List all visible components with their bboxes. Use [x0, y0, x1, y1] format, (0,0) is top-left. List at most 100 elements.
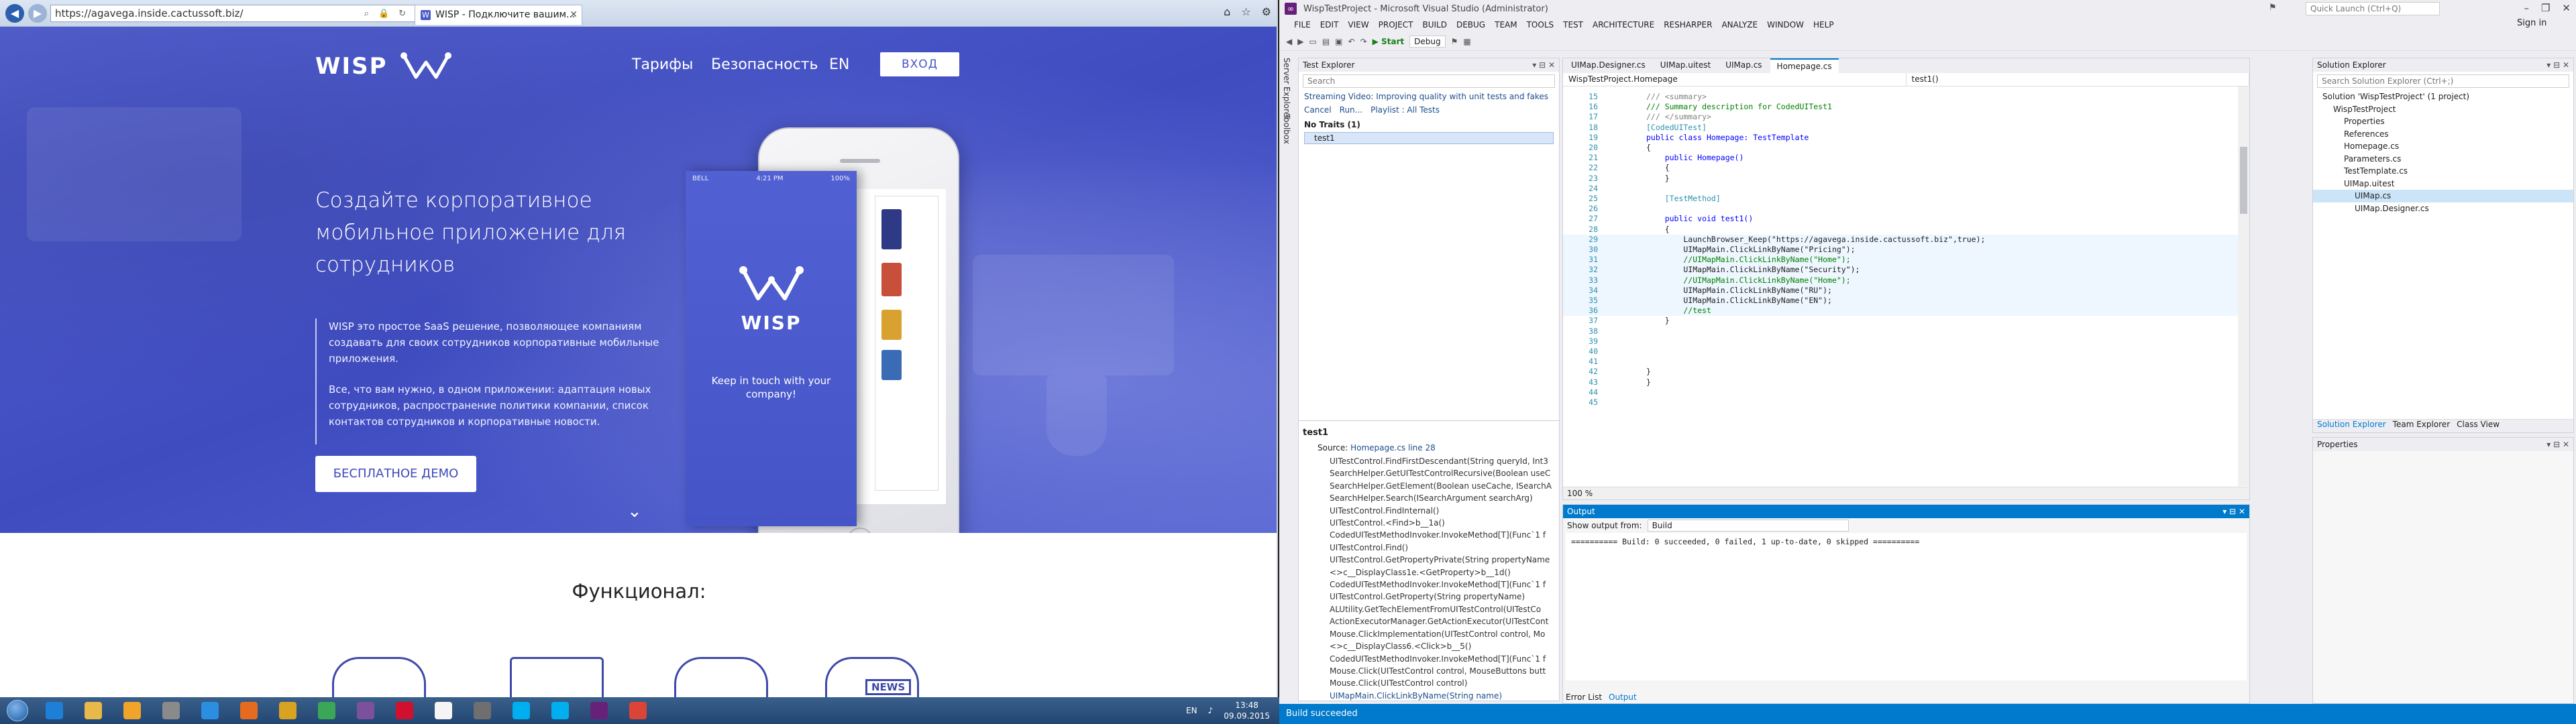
taskbar-app[interactable] — [307, 698, 346, 723]
search-icon[interactable]: ⌕ — [362, 9, 372, 19]
minimize-icon[interactable]: – — [2524, 2, 2529, 14]
tab-solution-explorer[interactable]: Solution Explorer — [2317, 420, 2386, 432]
nav-language[interactable]: EN — [829, 56, 849, 73]
taskbar-app[interactable] — [35, 698, 74, 723]
code-line[interactable]: 18 [CodedUITest] — [1563, 123, 2241, 133]
menu-tools[interactable]: TOOLS — [1527, 20, 1554, 29]
editor-tab[interactable]: UIMap.cs — [1719, 58, 1768, 73]
code-line[interactable]: 21 public Homepage() — [1563, 153, 2241, 163]
editor-tab[interactable]: UIMap.uitest — [1654, 58, 1717, 73]
menu-view[interactable]: VIEW — [1348, 20, 1368, 29]
code-line[interactable]: 31 //UIMapMain.ClickLinkByName("Home"); — [1563, 255, 2241, 265]
code-line[interactable]: 35 UIMapMain.ClickLinkByName("EN"); — [1563, 296, 2241, 306]
nav-pricing[interactable]: Тарифы — [632, 56, 693, 73]
solution-tree-item[interactable]: UIMap.Designer.cs — [2313, 202, 2573, 215]
comment-icon[interactable]: ▦ — [1463, 37, 1470, 46]
code-line[interactable]: 39 — [1563, 337, 2241, 347]
save-icon[interactable]: ▣ — [1335, 37, 1342, 46]
cancel-link[interactable]: Cancel — [1304, 105, 1332, 115]
menu-window[interactable]: WINDOW — [1767, 20, 1804, 29]
run-link[interactable]: Run... — [1340, 105, 1362, 115]
tab-output[interactable]: Output — [1609, 692, 1637, 702]
taskbar-app[interactable] — [346, 698, 385, 723]
login-button[interactable]: ВХОД — [880, 52, 959, 76]
pane-controls[interactable]: ▾ ⊟ ✕ — [2222, 505, 2245, 518]
scroll-thumb[interactable] — [2240, 147, 2247, 214]
menu-analyze[interactable]: ANALYZE — [1721, 20, 1758, 29]
code-line[interactable]: 38 — [1563, 326, 2241, 337]
solution-tree-item[interactable]: WispTestProject — [2313, 103, 2573, 116]
site-logo[interactable]: WISP — [315, 50, 452, 82]
solution-tree-item[interactable]: TestTemplate.cs — [2313, 165, 2573, 178]
menu-project[interactable]: PROJECT — [1379, 20, 1413, 29]
favorites-icon[interactable]: ☆ — [1241, 5, 1250, 18]
server-explorer-tab[interactable]: Server Explorer — [1282, 58, 1291, 120]
nav-security[interactable]: Безопасность — [711, 56, 818, 73]
start-button[interactable] — [0, 697, 35, 724]
taskbar-app[interactable] — [113, 698, 152, 723]
playlist-link[interactable]: Playlist : All Tests — [1371, 105, 1440, 115]
code-line[interactable]: 30 UIMapMain.ClickLinkByName("Pricing"); — [1563, 245, 2241, 255]
code-line[interactable]: 25 [TestMethod] — [1563, 194, 2241, 204]
toolbox-tab[interactable]: Toolbox — [1282, 114, 1291, 144]
taskbar-app[interactable] — [463, 698, 502, 723]
browser-tab-active[interactable]: W WISP - Подключите вашим... ✕ — [415, 5, 582, 25]
streaming-video-link[interactable]: Streaming Video: Improving quality with … — [1299, 90, 1559, 103]
source-link[interactable]: Homepage.cs line 28 — [1350, 443, 1436, 452]
code-line[interactable]: 22 { — [1563, 163, 2241, 173]
forward-button[interactable]: ▶ — [28, 4, 47, 23]
solution-tree-item[interactable]: UIMap.cs — [2313, 190, 2573, 202]
tab-error-list[interactable]: Error List — [1566, 692, 1602, 702]
menu-file[interactable]: FILE — [1294, 20, 1311, 29]
menu-debug[interactable]: DEBUG — [1456, 20, 1485, 29]
menu-build[interactable]: BUILD — [1422, 20, 1446, 29]
editor-scrollbar[interactable] — [2238, 86, 2249, 486]
traits-group[interactable]: No Traits (1) — [1299, 117, 1559, 132]
taskbar-app[interactable] — [424, 698, 463, 723]
code-line[interactable]: 20 { — [1563, 143, 2241, 153]
code-line[interactable]: 27 public void test1() — [1563, 214, 2241, 224]
solution-search-input[interactable]: Search Solution Explorer (Ctrl+;) — [2317, 74, 2569, 88]
solution-tree-item[interactable]: Solution 'WispTestProject' (1 project) — [2313, 90, 2573, 103]
taskbar-app[interactable] — [580, 698, 619, 723]
tab-class-view[interactable]: Class View — [2457, 420, 2500, 432]
taskbar-app[interactable] — [191, 698, 229, 723]
zoom-level[interactable]: 100 % — [1563, 487, 2249, 499]
stack-frame-link[interactable]: UIMapMain.ClickLinkByName(String name) — [1330, 690, 1556, 701]
config-select[interactable]: Debug — [1409, 35, 1446, 48]
home-icon[interactable]: ⌂ — [1224, 5, 1230, 18]
notification-flag-icon[interactable]: ⚑ — [2269, 3, 2281, 15]
code-line[interactable]: 26 — [1563, 204, 2241, 214]
taskbar-app[interactable] — [541, 698, 580, 723]
menu-architecture[interactable]: ARCHITECTURE — [1593, 20, 1654, 29]
code-line[interactable]: 36 //test — [1563, 306, 2241, 316]
close-icon[interactable]: ✕ — [2562, 2, 2571, 14]
maximize-icon[interactable]: ❐ — [2541, 2, 2550, 14]
code-line[interactable]: 44 — [1563, 387, 2241, 398]
free-demo-button[interactable]: БЕСПЛАТНОЕ ДЕМО — [315, 456, 476, 492]
menu-edit[interactable]: EDIT — [1320, 20, 1339, 29]
back-button[interactable]: ◀ — [5, 4, 24, 23]
code-line[interactable]: 41 — [1563, 357, 2241, 367]
editor-tab[interactable]: UIMap.Designer.cs — [1564, 58, 1652, 73]
back-icon[interactable]: ◀ — [1286, 37, 1292, 46]
tab-team-explorer[interactable]: Team Explorer — [2393, 420, 2451, 432]
pane-controls[interactable]: ▾ ⊟ ✕ — [2546, 58, 2569, 72]
solution-tree-item[interactable]: Properties — [2313, 115, 2573, 128]
code-line[interactable]: 24 — [1563, 184, 2241, 194]
code-line[interactable]: 17 /// </summary> — [1563, 112, 2241, 122]
output-source-select[interactable]: Build — [1647, 520, 1849, 532]
menu-test[interactable]: TEST — [1563, 20, 1583, 29]
taskbar-app[interactable] — [385, 698, 424, 723]
code-line[interactable]: 37 } — [1563, 316, 2241, 326]
code-line[interactable]: 29 LaunchBrowser_Keep("https://agavega.i… — [1563, 234, 2241, 245]
address-bar[interactable]: https://agavega.inside.cactussoft.biz/ ⌕… — [50, 5, 426, 22]
code-line[interactable]: 33 //UIMapMain.ClickLinkByName("Home"); — [1563, 275, 2241, 286]
language-indicator[interactable]: EN — [1186, 706, 1197, 715]
tab-close-icon[interactable]: ✕ — [570, 5, 578, 24]
volume-icon[interactable]: ♪ — [1208, 706, 1214, 715]
code-line[interactable]: 23 } — [1563, 174, 2241, 184]
test-item-selected[interactable]: test1 — [1304, 132, 1554, 144]
pane-controls[interactable]: ▾ ⊟ ✕ — [2546, 438, 2569, 451]
forward-icon[interactable]: ▶ — [1297, 37, 1303, 46]
